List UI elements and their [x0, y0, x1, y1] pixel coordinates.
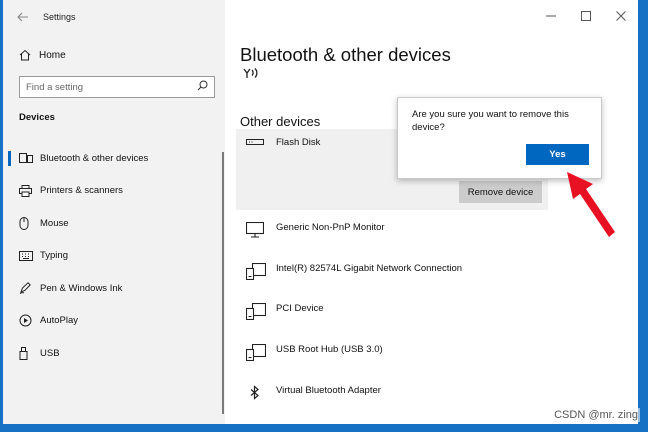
- bluetooth-devices-icon: [19, 152, 40, 164]
- list-item[interactable]: PCI Device: [236, 291, 548, 332]
- group-title-other-devices: Other devices: [240, 114, 321, 129]
- sidebar-item-label: Bluetooth & other devices: [40, 152, 149, 164]
- minimize-icon: [545, 15, 556, 17]
- sidebar-nav: Bluetooth & other devices Printers & sca…: [3, 142, 225, 370]
- home-label: Home: [39, 49, 66, 61]
- device-name: Virtual Bluetooth Adapter: [276, 384, 381, 396]
- title-bar: Settings: [3, 0, 225, 34]
- settings-window: Settings Home Devices: [3, 0, 638, 424]
- home-link[interactable]: Home: [3, 44, 225, 66]
- device-icon: [246, 303, 276, 321]
- device-icon: [246, 344, 276, 362]
- close-icon: [615, 11, 626, 21]
- sidebar-item-printers[interactable]: Printers & scanners: [3, 175, 225, 208]
- search-box[interactable]: [19, 76, 215, 98]
- sidebar-scrollbar[interactable]: [222, 152, 224, 414]
- device-name: Intel(R) 82574L Gigabit Network Connecti…: [276, 262, 463, 274]
- list-item[interactable]: Generic Non-PnP Monitor: [236, 210, 548, 251]
- home-icon: [19, 49, 39, 61]
- monitor-icon: [246, 222, 276, 238]
- sidebar-item-label: Pen & Windows Ink: [40, 282, 123, 294]
- device-name: Flash Disk: [276, 137, 321, 148]
- annotation-arrow-icon: [563, 168, 619, 245]
- device-name: PCI Device: [276, 303, 324, 315]
- sidebar-item-bluetooth[interactable]: Bluetooth & other devices: [3, 142, 225, 175]
- minimize-button[interactable]: [533, 0, 568, 32]
- autoplay-icon: [19, 314, 40, 327]
- keyboard-icon: [19, 250, 40, 261]
- sidebar-item-label: Mouse: [40, 217, 69, 229]
- sidebar-item-usb[interactable]: USB: [3, 337, 225, 370]
- back-button[interactable]: [3, 0, 43, 34]
- sidebar-item-label: Typing: [40, 250, 68, 262]
- page-title: Bluetooth & other devices: [240, 44, 451, 65]
- sidebar-item-typing[interactable]: Typing: [3, 240, 225, 273]
- back-arrow-icon: [17, 12, 28, 22]
- sidebar: Settings Home Devices: [3, 0, 225, 424]
- list-item[interactable]: Intel(R) 82574L Gigabit Network Connecti…: [236, 251, 548, 292]
- search-icon[interactable]: [197, 78, 208, 96]
- close-button[interactable]: [603, 0, 638, 32]
- usb-icon: [19, 346, 40, 360]
- mouse-icon: [19, 216, 40, 230]
- sidebar-item-mouse[interactable]: Mouse: [3, 207, 225, 240]
- watermark: CSDN @mr. zing: [552, 408, 640, 422]
- bluetooth-signal-icon: [240, 66, 262, 84]
- maximize-button[interactable]: [568, 0, 603, 32]
- device-name: USB Root Hub (USB 3.0): [276, 344, 383, 356]
- maximize-icon: [580, 11, 591, 21]
- sidebar-item-label: AutoPlay: [40, 315, 79, 327]
- pen-icon: [19, 282, 40, 295]
- section-label-devices: Devices: [19, 112, 55, 123]
- remove-confirm-flyout: Are you sure you want to remove this dev…: [397, 97, 602, 179]
- yes-button[interactable]: Yes: [526, 144, 589, 165]
- device-name: Generic Non-PnP Monitor: [276, 222, 385, 233]
- printer-icon: [19, 184, 40, 197]
- flash-disk-icon: [246, 137, 276, 147]
- app-title: Settings: [43, 12, 76, 22]
- confirm-message: Are you sure you want to remove this dev…: [412, 109, 569, 133]
- sidebar-item-autoplay[interactable]: AutoPlay: [3, 305, 225, 338]
- bluetooth-icon: [246, 384, 276, 401]
- search-input[interactable]: [26, 81, 186, 93]
- sidebar-item-label: USB: [40, 347, 60, 359]
- device-icon: [246, 262, 276, 280]
- window-controls: [533, 0, 638, 32]
- list-item[interactable]: USB Root Hub (USB 3.0): [236, 332, 548, 373]
- sidebar-item-pen[interactable]: Pen & Windows Ink: [3, 272, 225, 305]
- remove-device-button[interactable]: Remove device: [459, 181, 542, 203]
- sidebar-item-label: Printers & scanners: [40, 185, 123, 197]
- list-item[interactable]: Virtual Bluetooth Adapter: [236, 373, 548, 414]
